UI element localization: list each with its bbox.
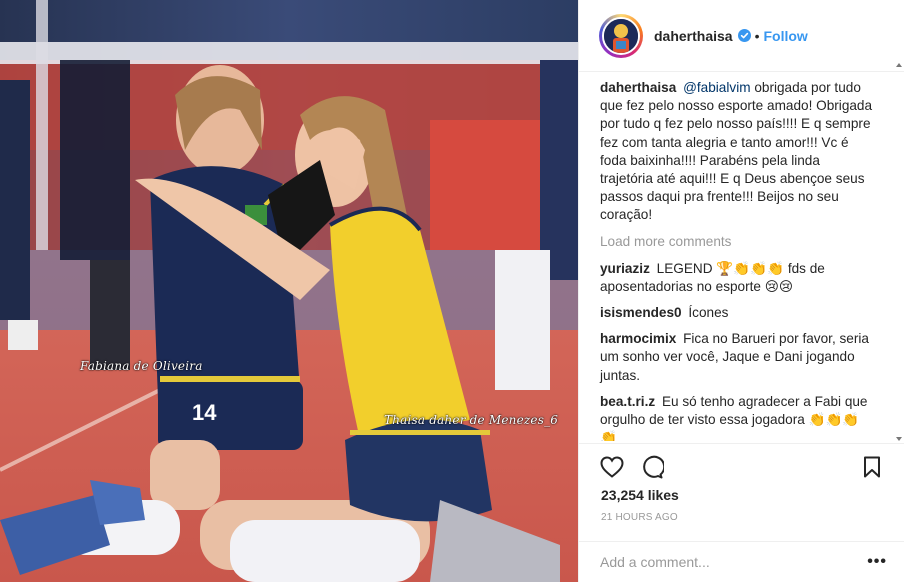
comment-item: harmocimix Fica no Barueri por favor, se… [600, 330, 874, 385]
scroll-up-arrow-icon[interactable] [896, 63, 902, 67]
comment-username[interactable]: harmocimix [600, 331, 676, 346]
post-sidebar: daherthaisa • Follow daherthaisa @fabial… [578, 0, 904, 582]
header-username[interactable]: daherthaisa [654, 28, 733, 44]
avatar[interactable] [602, 16, 640, 55]
load-more-comments-button[interactable]: Load more comments [600, 233, 899, 251]
caption-text: obrigada por tudo que fez pelo nosso esp… [600, 80, 873, 223]
caption: daherthaisa @fabialvim obrigada por tudo… [600, 79, 874, 225]
more-options-button[interactable]: ••• [867, 554, 887, 570]
watermark-left: Fabiana de Oliveira [80, 359, 203, 373]
comment-item: yuriaziz LEGEND 🏆👏👏👏 fds de aposentadori… [600, 260, 874, 296]
avatar-image [604, 18, 638, 53]
header-separator: • [754, 27, 760, 44]
scroll-down-arrow-icon[interactable] [896, 437, 902, 441]
post-header: daherthaisa • Follow [579, 0, 904, 72]
post-timestamp[interactable]: 21 HOURS AGO [579, 512, 904, 523]
comment-username[interactable]: bea.t.ri.z [600, 394, 655, 409]
caption-mention[interactable]: @fabialvim [683, 80, 750, 95]
add-comment-bar: ••• [579, 541, 904, 582]
bookmark-icon[interactable] [859, 454, 885, 480]
post-photo[interactable]: 14 Fabiana de Oliveira Thaisa daher de M… [0, 0, 578, 582]
story-ring[interactable] [599, 13, 643, 58]
comments-list[interactable]: daherthaisa @fabialvim obrigada por tudo… [579, 73, 899, 441]
action-icons [579, 444, 904, 490]
comment-icon[interactable] [639, 454, 665, 480]
jersey-number: 14 [192, 400, 217, 425]
volleyball-players-photo: 14 [0, 0, 578, 582]
follow-button[interactable]: Follow [764, 28, 808, 44]
add-comment-input[interactable] [600, 554, 850, 570]
post-actions: 23,254 likes 21 HOURS AGO [579, 443, 904, 523]
comment-username[interactable]: isismendes0 [600, 305, 682, 320]
watermark-right: Thaisa daher de Menezes_6 [384, 413, 559, 427]
heart-icon[interactable] [599, 454, 625, 480]
comments-scrollbar[interactable] [896, 63, 902, 441]
comment-item: bea.t.ri.z Eu só tenho agradecer a Fabi … [600, 393, 874, 441]
comment-username[interactable]: yuriaziz [600, 261, 650, 276]
verified-badge-icon [737, 29, 751, 42]
comment-item: isismendes0 Ícones [600, 304, 874, 322]
likes-count[interactable]: 23,254 likes [579, 487, 904, 503]
caption-username[interactable]: daherthaisa [600, 80, 676, 95]
instagram-post: 14 Fabiana de Oliveira Thaisa daher de M… [0, 0, 904, 582]
comment-text: Ícones [688, 305, 729, 321]
